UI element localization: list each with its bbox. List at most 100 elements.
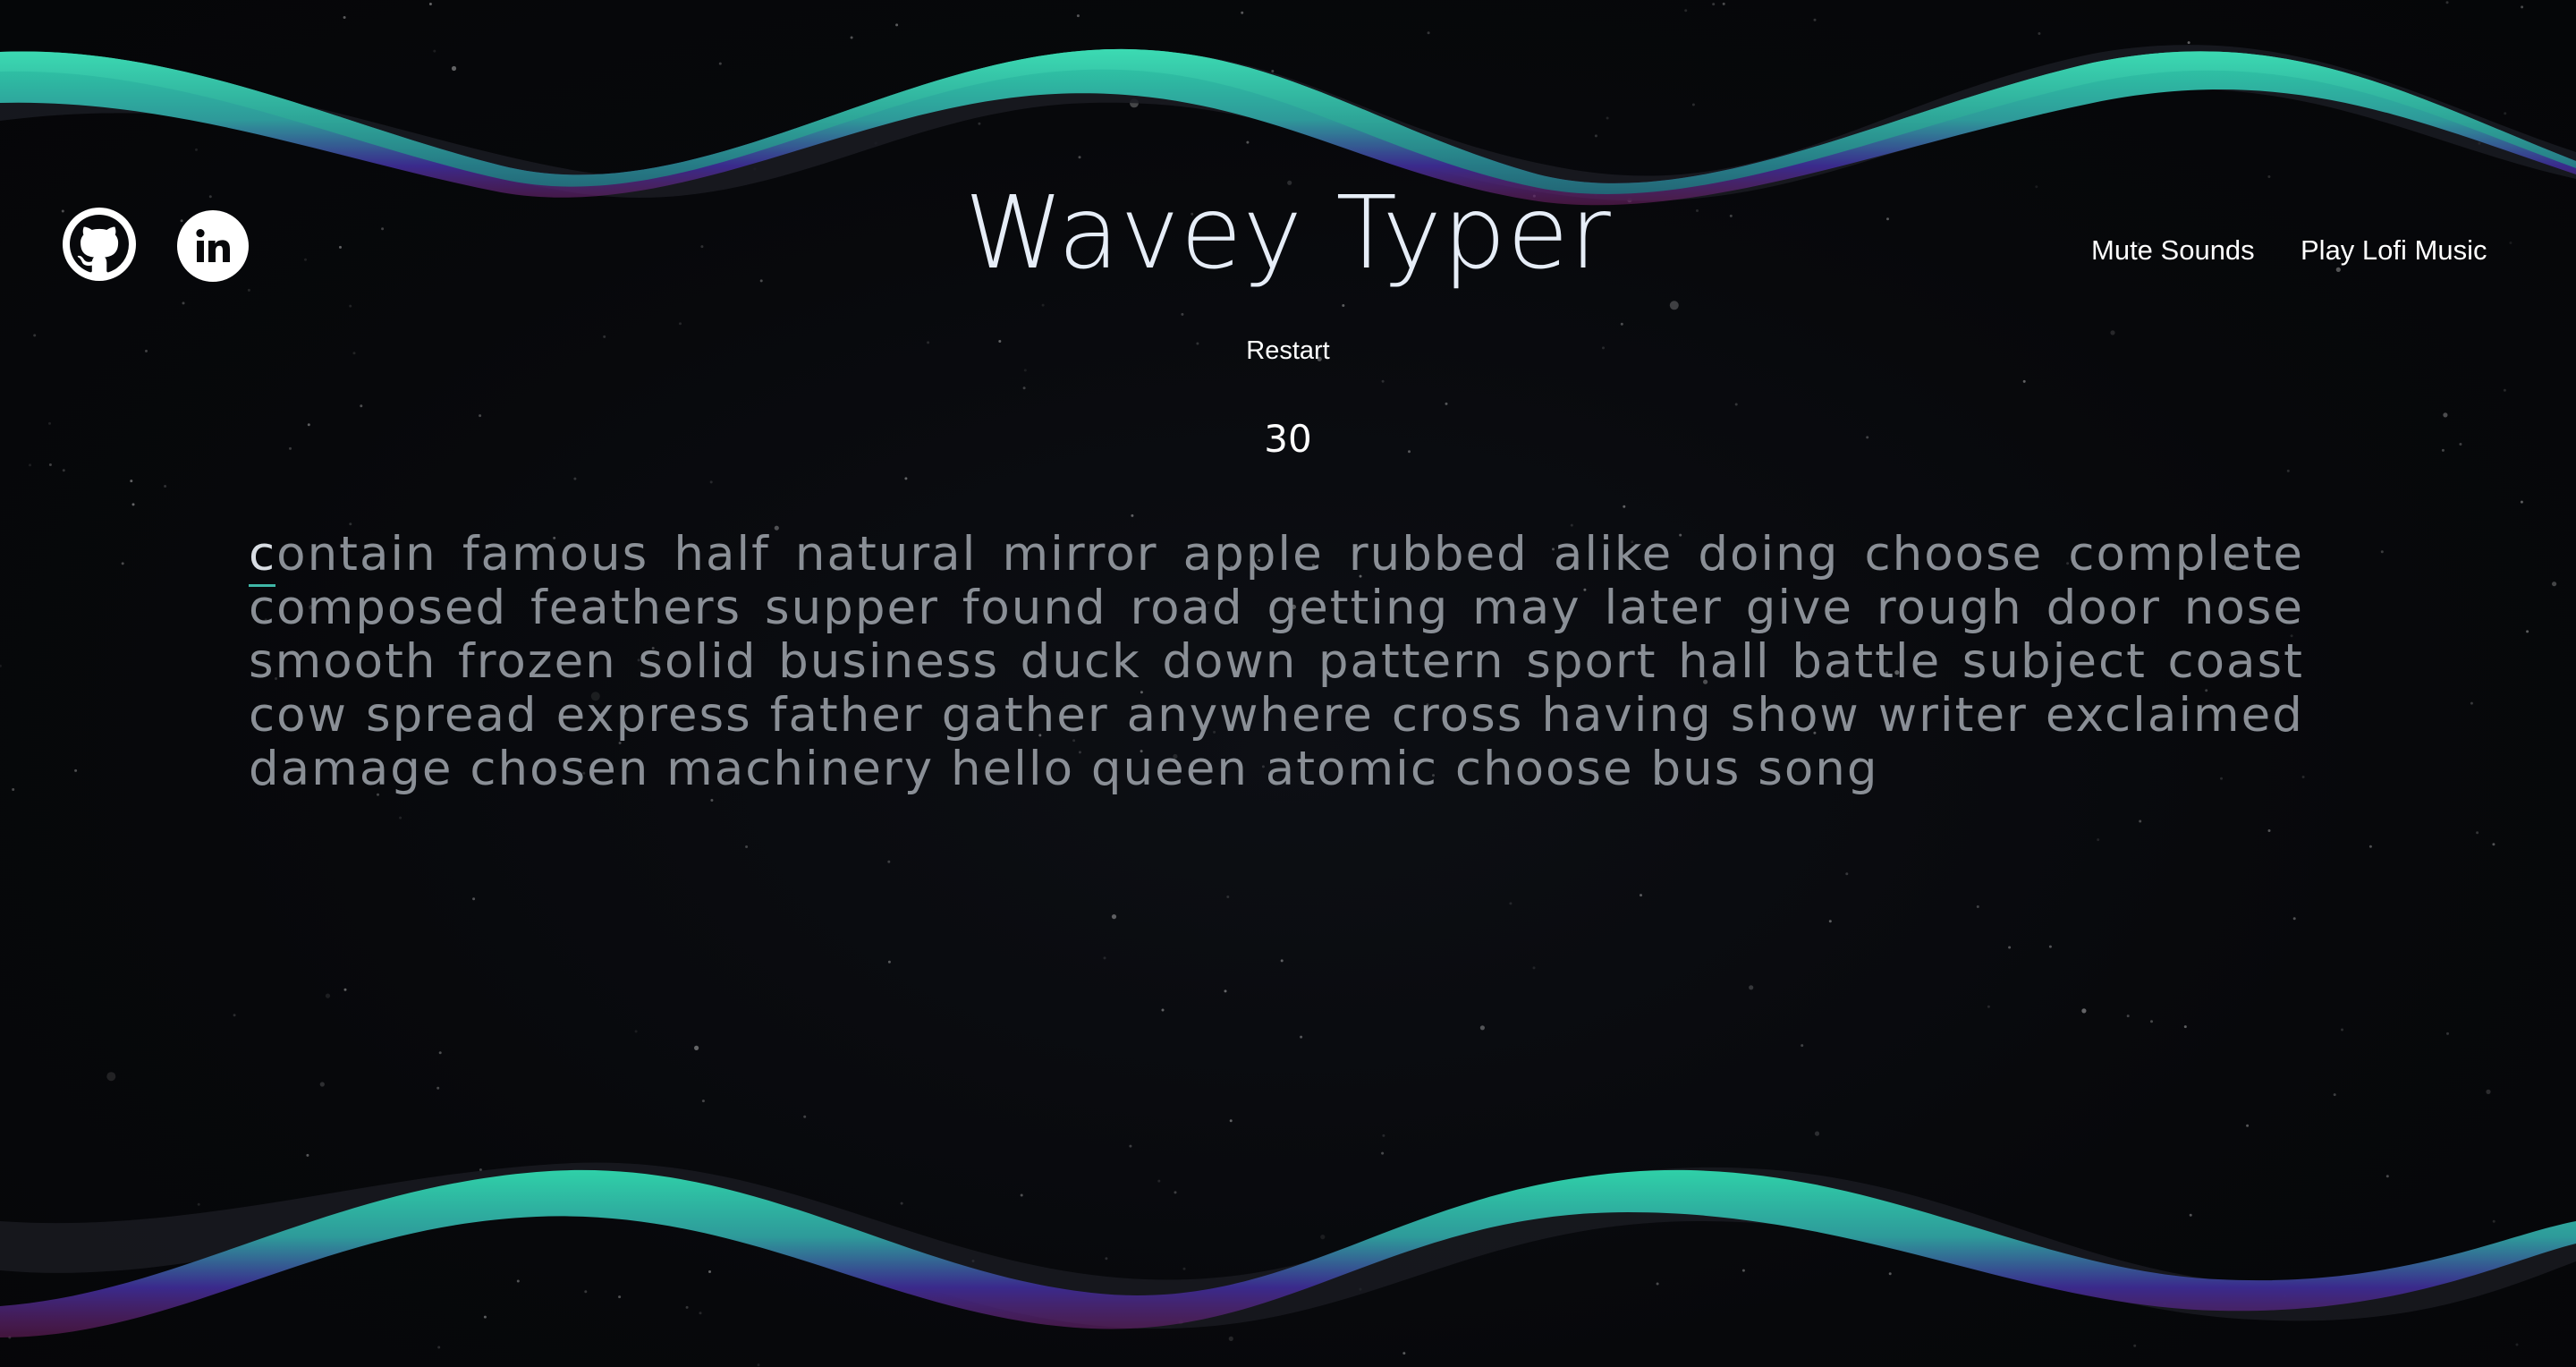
word: getting (1267, 581, 1450, 635)
star (679, 322, 682, 326)
word: composed (249, 581, 508, 635)
star (1699, 1187, 1703, 1191)
star (1669, 301, 1679, 310)
star (2486, 1089, 2491, 1094)
star (1656, 1282, 1659, 1286)
word: chosen (470, 742, 650, 796)
star (978, 122, 981, 125)
star (2446, 1032, 2449, 1035)
star (2048, 945, 2052, 948)
word: may (1472, 581, 1581, 635)
star (803, 1115, 807, 1118)
star (2022, 379, 2026, 383)
star (1880, 147, 1884, 150)
star (785, 1239, 789, 1243)
star (709, 480, 713, 484)
star (900, 1201, 903, 1205)
restart-button[interactable]: Restart (0, 336, 2576, 366)
star (887, 860, 891, 863)
star (2038, 32, 2041, 35)
star (718, 62, 722, 65)
star (0, 664, 2, 667)
star (1813, 18, 1817, 21)
word: coast (2167, 634, 2304, 689)
star (2526, 630, 2529, 633)
star (613, 1207, 616, 1210)
star (1381, 1151, 1385, 1155)
word: give (1745, 581, 1854, 635)
star (584, 1290, 588, 1294)
word: anywhere (1126, 688, 1374, 743)
star (753, 167, 757, 171)
star (2492, 843, 2496, 846)
word: complete (2068, 527, 2304, 582)
star (2283, 1295, 2286, 1297)
star (1078, 156, 1081, 159)
star (1320, 1235, 1326, 1240)
word: rubbed (1348, 527, 1529, 582)
star (1129, 1144, 1132, 1148)
star (195, 148, 198, 151)
star (1445, 402, 1448, 405)
word: smooth (249, 634, 437, 689)
app-background: Wavey Typer Mute Sounds Play Lofi Music … (0, 0, 2576, 1367)
star (1229, 1119, 1233, 1123)
typing-text-area[interactable]: contain famous half natural mirror apple… (249, 528, 2304, 796)
star (1814, 1131, 1820, 1136)
star (710, 799, 714, 802)
star (325, 993, 331, 998)
star (1300, 1035, 1303, 1039)
star (516, 1279, 520, 1283)
star (1130, 98, 1139, 108)
word: damage (249, 742, 453, 796)
star (360, 404, 363, 408)
star (2521, 5, 2524, 9)
word: sport (1526, 634, 1657, 689)
star (1741, 1269, 1745, 1272)
star (2341, 1028, 2343, 1032)
word: half (674, 527, 770, 582)
star (2163, 1303, 2166, 1306)
star (1161, 1008, 1165, 1012)
star (2097, 838, 2100, 842)
star (343, 16, 346, 19)
star (1402, 1352, 1406, 1355)
word: cow (249, 688, 348, 743)
star (1427, 31, 1430, 35)
mute-sounds-button[interactable]: Mute Sounds (2091, 234, 2255, 267)
star (1131, 514, 1134, 517)
star (1106, 90, 1109, 94)
star (1691, 103, 1695, 106)
star (349, 522, 352, 526)
star (1103, 956, 1106, 960)
play-lofi-music-button[interactable]: Play Lofi Music (2301, 234, 2487, 267)
word: solid (638, 634, 758, 689)
star (29, 463, 31, 467)
star (438, 1051, 442, 1055)
word: mirror (1002, 527, 1158, 582)
star (1246, 140, 1250, 144)
star (1509, 902, 1513, 905)
star (1241, 11, 1244, 14)
star (2246, 1124, 2250, 1127)
word: writer (1877, 688, 2028, 743)
star (1076, 14, 1080, 18)
star (2267, 829, 2271, 832)
star (2515, 1343, 2519, 1346)
star (2368, 845, 2372, 848)
current-word-rest: ontain (276, 527, 437, 582)
word: pattern (1318, 634, 1505, 689)
word: queen (1090, 742, 1249, 796)
star (694, 1045, 699, 1050)
star (349, 304, 352, 308)
star (1023, 369, 1027, 372)
star (12, 788, 15, 791)
star (106, 1072, 116, 1082)
word: hall (1678, 634, 1771, 689)
star (451, 65, 457, 72)
star (343, 988, 347, 991)
star (2380, 550, 2384, 554)
star (1888, 1272, 1892, 1276)
word: express (555, 688, 752, 743)
word: cross (1391, 688, 1524, 743)
